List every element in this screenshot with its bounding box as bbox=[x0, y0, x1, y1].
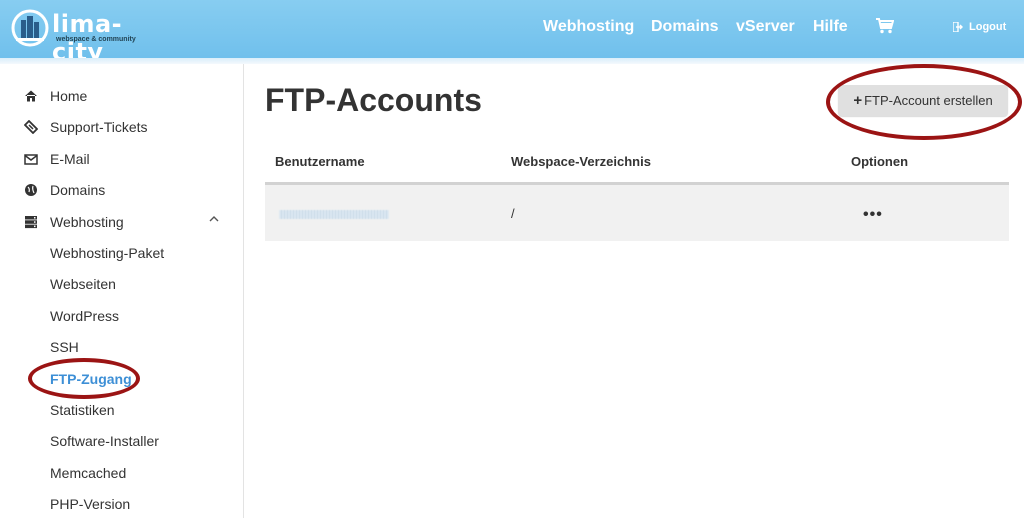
sidebar-item-webhosting[interactable]: Webhosting bbox=[24, 214, 124, 230]
sidebar-subitem-wordpress[interactable]: WordPress bbox=[50, 308, 119, 324]
annotation-ellipse-create-button bbox=[826, 64, 1022, 140]
nav-vserver[interactable]: vServer bbox=[736, 18, 795, 36]
nav-domains[interactable]: Domains bbox=[651, 18, 719, 36]
sidebar-subitem-webhosting-paket[interactable]: Webhosting-Paket bbox=[50, 245, 164, 261]
nav-hilfe[interactable]: Hilfe bbox=[813, 18, 848, 36]
sidebar-item-label: E-Mail bbox=[50, 151, 90, 167]
sidebar-subitem-webseiten[interactable]: Webseiten bbox=[50, 276, 116, 292]
column-header-directory: Webspace-Verzeichnis bbox=[511, 154, 651, 169]
sidebar-item-support-tickets[interactable]: Support-Tickets bbox=[24, 119, 148, 135]
logout-label: Logout bbox=[969, 21, 1007, 33]
redacted-username bbox=[279, 210, 389, 219]
logo-building-icon bbox=[11, 9, 49, 47]
sidebar-subitem-memcached[interactable]: Memcached bbox=[50, 465, 126, 481]
chevron-up-icon[interactable] bbox=[208, 215, 220, 223]
options-menu-button[interactable]: ••• bbox=[863, 206, 883, 224]
sidebar-subitem-php-version[interactable]: PHP-Version bbox=[50, 496, 130, 512]
nav-webhosting[interactable]: Webhosting bbox=[543, 18, 634, 36]
sidebar-item-label: Home bbox=[50, 88, 88, 104]
sidebar-subitem-ssh[interactable]: SSH bbox=[50, 339, 79, 355]
sidebar: Home Support-Tickets E-Mail Domains Webh… bbox=[0, 64, 244, 518]
envelope-icon bbox=[24, 154, 38, 165]
page-title: FTP-Accounts bbox=[265, 82, 482, 118]
webspace-directory-cell: / bbox=[511, 206, 515, 221]
sidebar-item-domains[interactable]: Domains bbox=[24, 182, 105, 198]
globe-icon bbox=[25, 184, 37, 196]
sign-out-icon bbox=[952, 21, 963, 33]
sidebar-subitem-software-installer[interactable]: Software-Installer bbox=[50, 433, 159, 449]
sidebar-item-label: Webhosting bbox=[50, 214, 124, 230]
annotation-ellipse-ftp-zugang bbox=[28, 358, 140, 399]
sidebar-item-label: Support-Tickets bbox=[50, 119, 148, 135]
sidebar-item-home[interactable]: Home bbox=[24, 88, 87, 104]
brand-tagline: webspace & community bbox=[56, 36, 136, 43]
ticket-icon bbox=[24, 120, 38, 134]
server-icon bbox=[25, 216, 37, 229]
brand-logo[interactable]: lima-city webspace & community bbox=[10, 6, 160, 66]
logout-link[interactable]: Logout bbox=[952, 21, 1007, 33]
table-row: / ••• bbox=[265, 185, 1009, 241]
home-icon bbox=[25, 90, 37, 102]
sidebar-subitem-statistiken[interactable]: Statistiken bbox=[50, 402, 115, 418]
shopping-cart-icon[interactable] bbox=[876, 18, 894, 34]
top-navbar: lima-city webspace & community Webhostin… bbox=[0, 0, 1024, 66]
sidebar-item-email[interactable]: E-Mail bbox=[24, 151, 90, 167]
column-header-options: Optionen bbox=[851, 154, 909, 169]
sidebar-item-label: Domains bbox=[50, 182, 106, 198]
column-header-username: Benutzername bbox=[275, 154, 365, 169]
